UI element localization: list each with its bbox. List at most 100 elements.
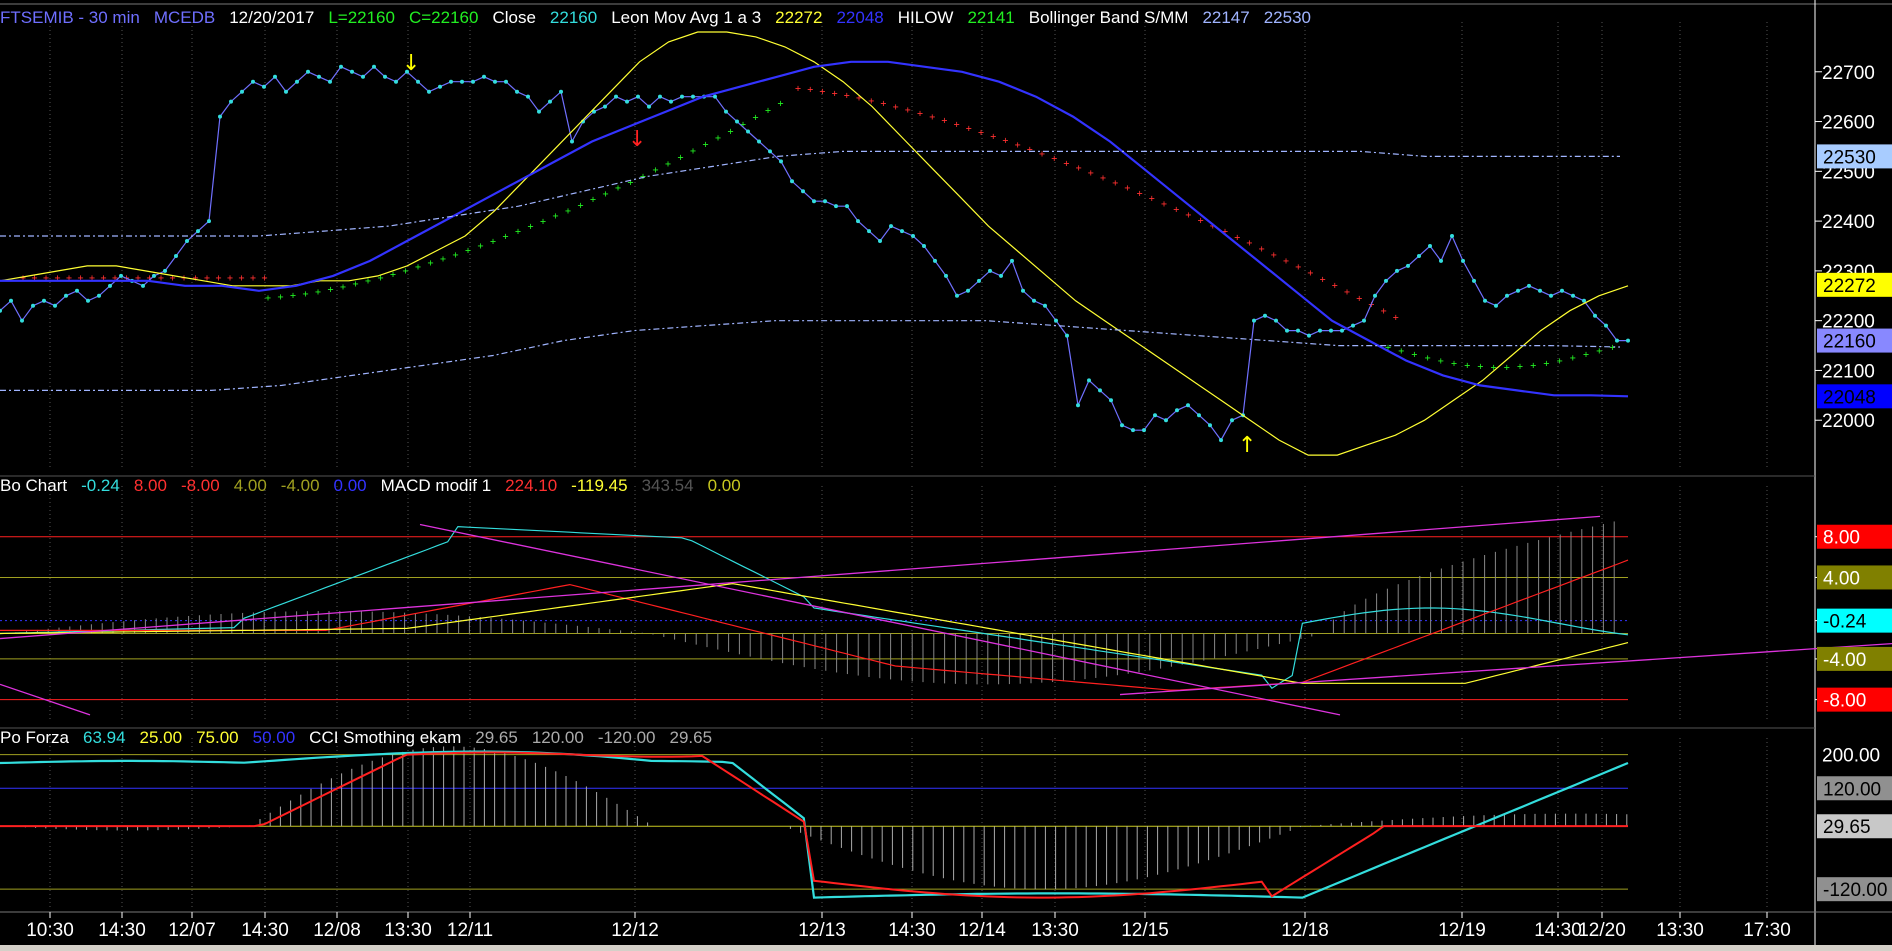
macd-header-item: 343.54 (641, 476, 694, 495)
hilow-marker: + (665, 159, 671, 170)
price-header-item: Leon Mov Avg 1 a 3 (611, 8, 762, 27)
price-header-item: 22272 (775, 8, 823, 27)
close-point (1010, 258, 1014, 263)
value-tag-label: -0.24 (1823, 612, 1867, 633)
x-tick-label: 12/11 (447, 920, 493, 941)
hilow-marker: + (353, 279, 359, 290)
close-point (1032, 298, 1036, 303)
close-point (834, 204, 838, 209)
close-point (1494, 303, 1498, 308)
cci-header-item: 29.65 (475, 728, 518, 747)
close-point (1516, 288, 1520, 293)
hilow-marker: + (615, 183, 621, 194)
hilow-marker: + (553, 211, 559, 222)
hilow-marker: + (1570, 353, 1576, 364)
cci-header-item: -120.00 (597, 728, 656, 747)
hilow-marker: + (328, 285, 334, 296)
hilow-marker: + (880, 99, 886, 110)
macd-header-item: 0.00 (333, 476, 367, 495)
close-point (1560, 288, 1564, 293)
y-tick-label: 22100 (1822, 361, 1875, 382)
close-point (757, 139, 761, 144)
hilow-marker: + (795, 84, 801, 95)
price-header-item: 22141 (967, 8, 1015, 27)
y-tick-label: 200.00 (1822, 746, 1880, 767)
close-point (361, 74, 365, 79)
macd-header-item: -4.00 (280, 476, 320, 495)
close-point (1043, 303, 1047, 308)
hilow-marker: + (1027, 144, 1033, 155)
cci-header-item: Po Forza (0, 728, 69, 747)
down-arrow-icon: ↓ (402, 51, 420, 76)
status-strip (0, 945, 1892, 951)
close-point (1098, 388, 1102, 393)
macd-header-item: Bo Chart (0, 476, 68, 495)
close-point (1538, 288, 1542, 293)
close-point (1131, 428, 1135, 433)
close-point (1021, 288, 1025, 293)
close-point (1395, 268, 1399, 273)
x-tick-label: 14:30 (1534, 920, 1582, 941)
close-point (889, 224, 893, 229)
value-tag-label: 29.65 (1823, 817, 1871, 838)
close-point (1549, 293, 1553, 298)
close-point (1296, 328, 1300, 333)
close-point (1351, 323, 1355, 328)
hilow-marker: + (1557, 356, 1563, 367)
close-point (1285, 328, 1289, 333)
hilow-marker: + (1246, 238, 1252, 249)
close-point (988, 268, 992, 273)
close-point (339, 64, 343, 69)
hilow-marker: + (603, 189, 609, 200)
close-point (1417, 253, 1421, 258)
hilow-marker: + (1173, 204, 1179, 215)
y-tick-label: 22700 (1822, 63, 1875, 84)
close-point (790, 179, 794, 184)
hilow-marker: + (540, 216, 546, 227)
close-point (1373, 293, 1377, 298)
close-point (537, 109, 541, 114)
close-point (1472, 278, 1476, 283)
close-point (174, 253, 178, 258)
close-point (240, 89, 244, 94)
down-arrow-icon: ↓ (628, 127, 646, 152)
close-point (977, 278, 981, 283)
macd-header-item: -119.45 (571, 476, 628, 495)
close-point (207, 219, 211, 224)
hilow-marker: + (1517, 362, 1523, 373)
close-point (1593, 313, 1597, 318)
hilow-marker: + (1464, 360, 1470, 371)
cci-header-item: 25.00 (139, 728, 183, 747)
macd-header-item: -8.00 (180, 476, 220, 495)
hilow-marker: + (628, 177, 634, 188)
hilow-marker: + (1112, 178, 1118, 189)
hilow-marker: + (528, 222, 534, 233)
close-point (328, 79, 332, 84)
close-point (1406, 263, 1410, 268)
close-point (1120, 423, 1124, 428)
close-point (284, 89, 288, 94)
hilow-marker: + (1100, 173, 1106, 184)
close-point (1142, 428, 1146, 433)
x-tick-label: 12/12 (611, 920, 659, 941)
value-tag-label: 22272 (1823, 276, 1876, 297)
hilow-marker: + (1307, 268, 1313, 279)
close-point (944, 273, 948, 278)
hilow-marker: + (428, 258, 434, 269)
close-point (548, 99, 552, 104)
close-point (768, 149, 772, 154)
hilow-marker: + (278, 292, 284, 303)
hilow-marker: + (765, 106, 771, 117)
hilow-marker: + (753, 113, 759, 124)
close-point (493, 79, 497, 84)
close-point (1164, 418, 1168, 423)
close-point (1307, 333, 1311, 338)
hilow-marker: + (819, 86, 825, 97)
hilow-marker: + (1271, 250, 1277, 261)
hilow-marker: + (807, 85, 813, 96)
close-point (999, 273, 1003, 278)
close-point (119, 273, 123, 278)
close-point (1076, 403, 1080, 408)
close-point (878, 239, 882, 244)
hilow-marker: + (515, 227, 521, 238)
